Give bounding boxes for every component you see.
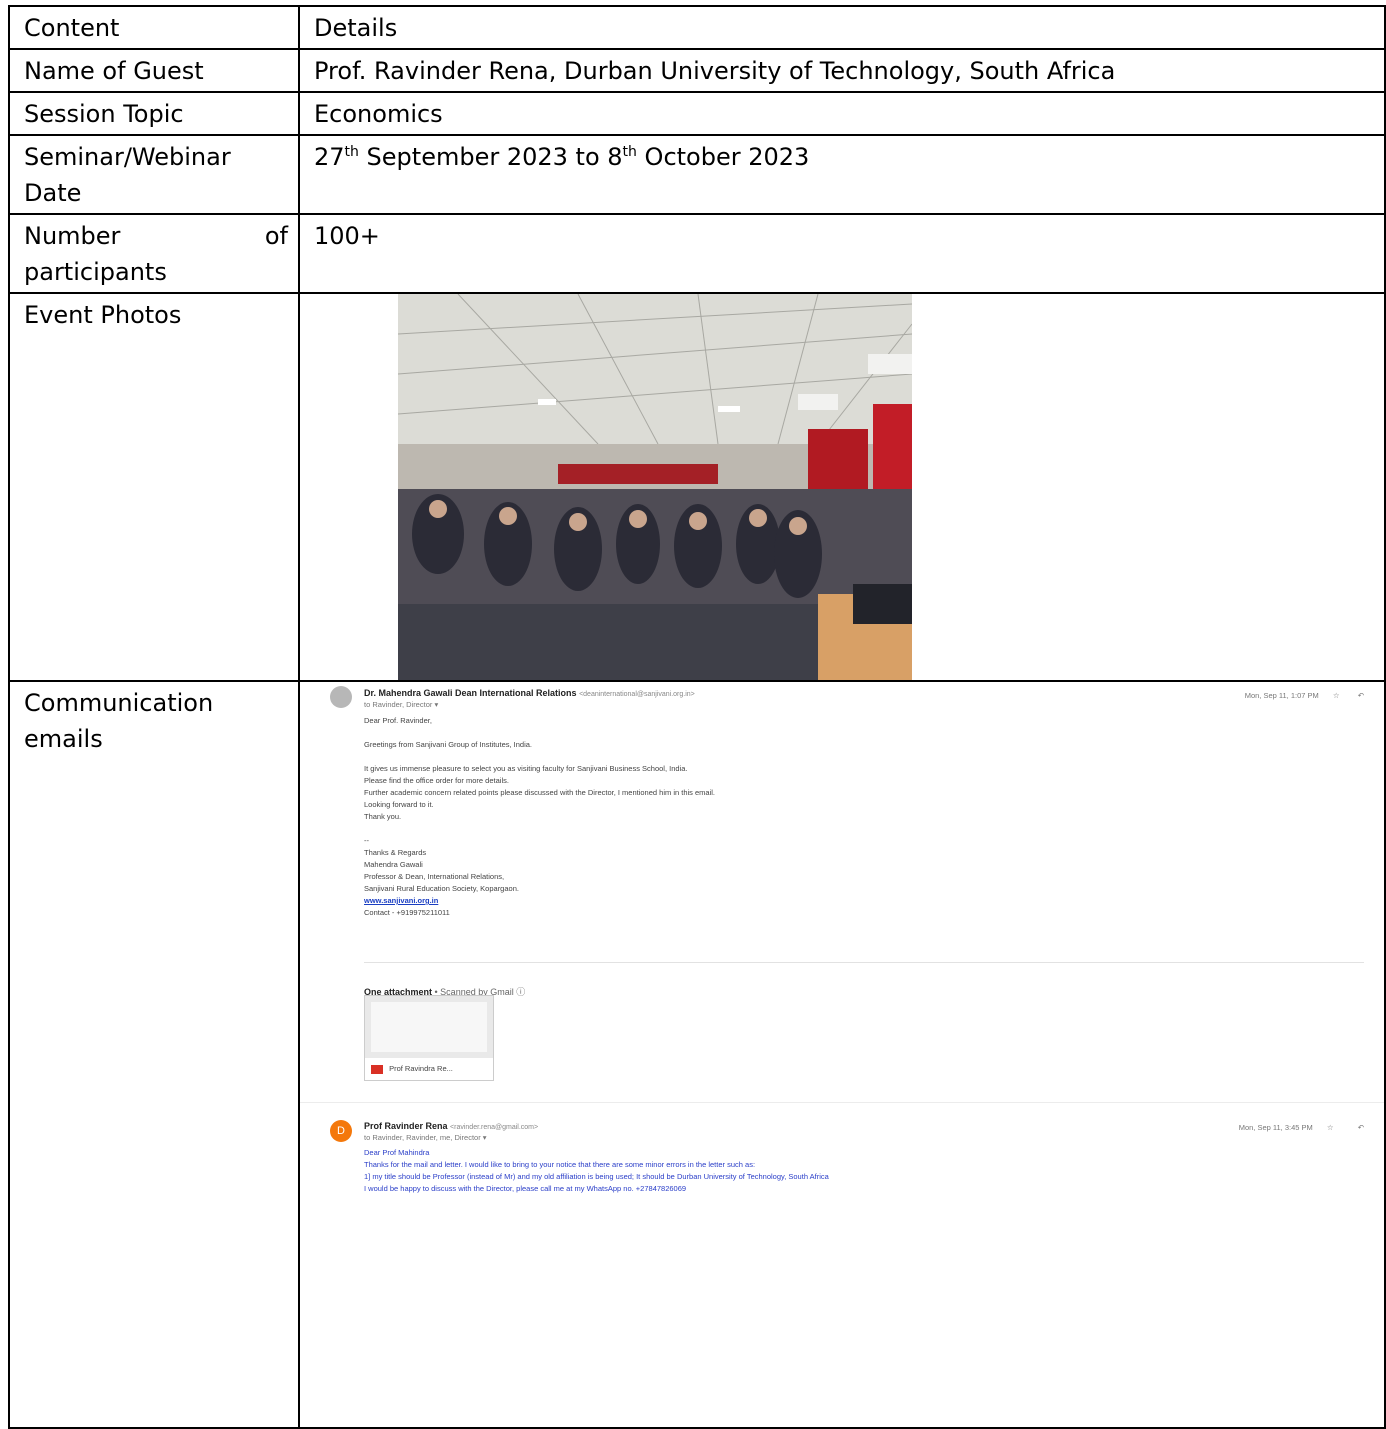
divider: [300, 1102, 1384, 1103]
star-icon[interactable]: ☆: [1327, 1123, 1334, 1132]
attachment-thumbnail[interactable]: Prof Ravindra Re...: [364, 995, 494, 1081]
header-label: Content: [8, 5, 300, 50]
email-recipients[interactable]: to Ravinder, Director ▾: [364, 699, 438, 711]
divider: [364, 962, 1364, 963]
email-time: Mon, Sep 11, 3:45 PM: [1238, 1123, 1313, 1132]
participants-value: 100+: [298, 213, 1386, 294]
event-photo: [398, 294, 912, 680]
sender-name: Dr. Mahendra Gawali Dean International R…: [364, 688, 577, 698]
emails-label: Communication emails: [8, 680, 300, 1429]
guest-label: Name of Guest: [8, 48, 300, 93]
table-row: Name of Guest Prof. Ravinder Rena, Durba…: [8, 48, 1386, 93]
date-label: Seminar/Webinar Date: [8, 134, 300, 215]
email-screenshot: Dr. Mahendra Gawali Dean International R…: [300, 682, 1384, 1207]
email-time: Mon, Sep 11, 1:07 PM: [1244, 691, 1319, 700]
sender-avatar: D: [330, 1120, 352, 1142]
event-photo-image: [398, 294, 912, 680]
email-recipients[interactable]: to Ravinder, Ravinder, me, Director ▾: [364, 1132, 487, 1144]
photos-label: Event Photos: [8, 292, 300, 682]
sender-avatar: [330, 686, 352, 708]
star-icon[interactable]: ☆: [1333, 691, 1340, 700]
table-row: Communication emails Dr. Mahendra Gawali…: [8, 680, 1386, 1429]
topic-value: Economics: [298, 91, 1386, 136]
pdf-icon: [371, 1064, 383, 1074]
sender-address: <ravinder.rena@gmail.com>: [450, 1124, 539, 1131]
guest-value: Prof. Ravinder Rena, Durban University o…: [298, 48, 1386, 93]
email-body: Dear Prof Mahindra Thanks for the mail an…: [364, 1148, 829, 1193]
participants-label: Number of participants: [8, 213, 300, 294]
sender-address: <deaninternational@sanjivani.org.in>: [579, 691, 695, 698]
email-body: Dear Prof. Ravinder, Greetings from Sanj…: [364, 715, 1264, 919]
reply-icon[interactable]: ↶: [1358, 1123, 1364, 1132]
table-row: Seminar/Webinar Date 27th September 2023…: [8, 134, 1386, 215]
date-value: 27th September 2023 to 8th October 2023: [298, 134, 1386, 215]
table-row: Number of participants 100+: [8, 213, 1386, 294]
sender-name: Prof Ravinder Rena: [364, 1121, 448, 1131]
attachment-name: Prof Ravindra Re...: [389, 1064, 453, 1073]
header-value: Details: [298, 5, 1386, 50]
table-row: Session Topic Economics: [8, 91, 1386, 136]
table-row: Content Details: [8, 5, 1386, 50]
details-table: Content Details Name of Guest Prof. Ravi…: [8, 5, 1386, 1429]
table-row: Event Photos: [8, 292, 1386, 682]
website-link[interactable]: www.sanjivani.org.in: [364, 895, 1264, 907]
topic-label: Session Topic: [8, 91, 300, 136]
reply-icon[interactable]: ↶: [1358, 691, 1364, 700]
